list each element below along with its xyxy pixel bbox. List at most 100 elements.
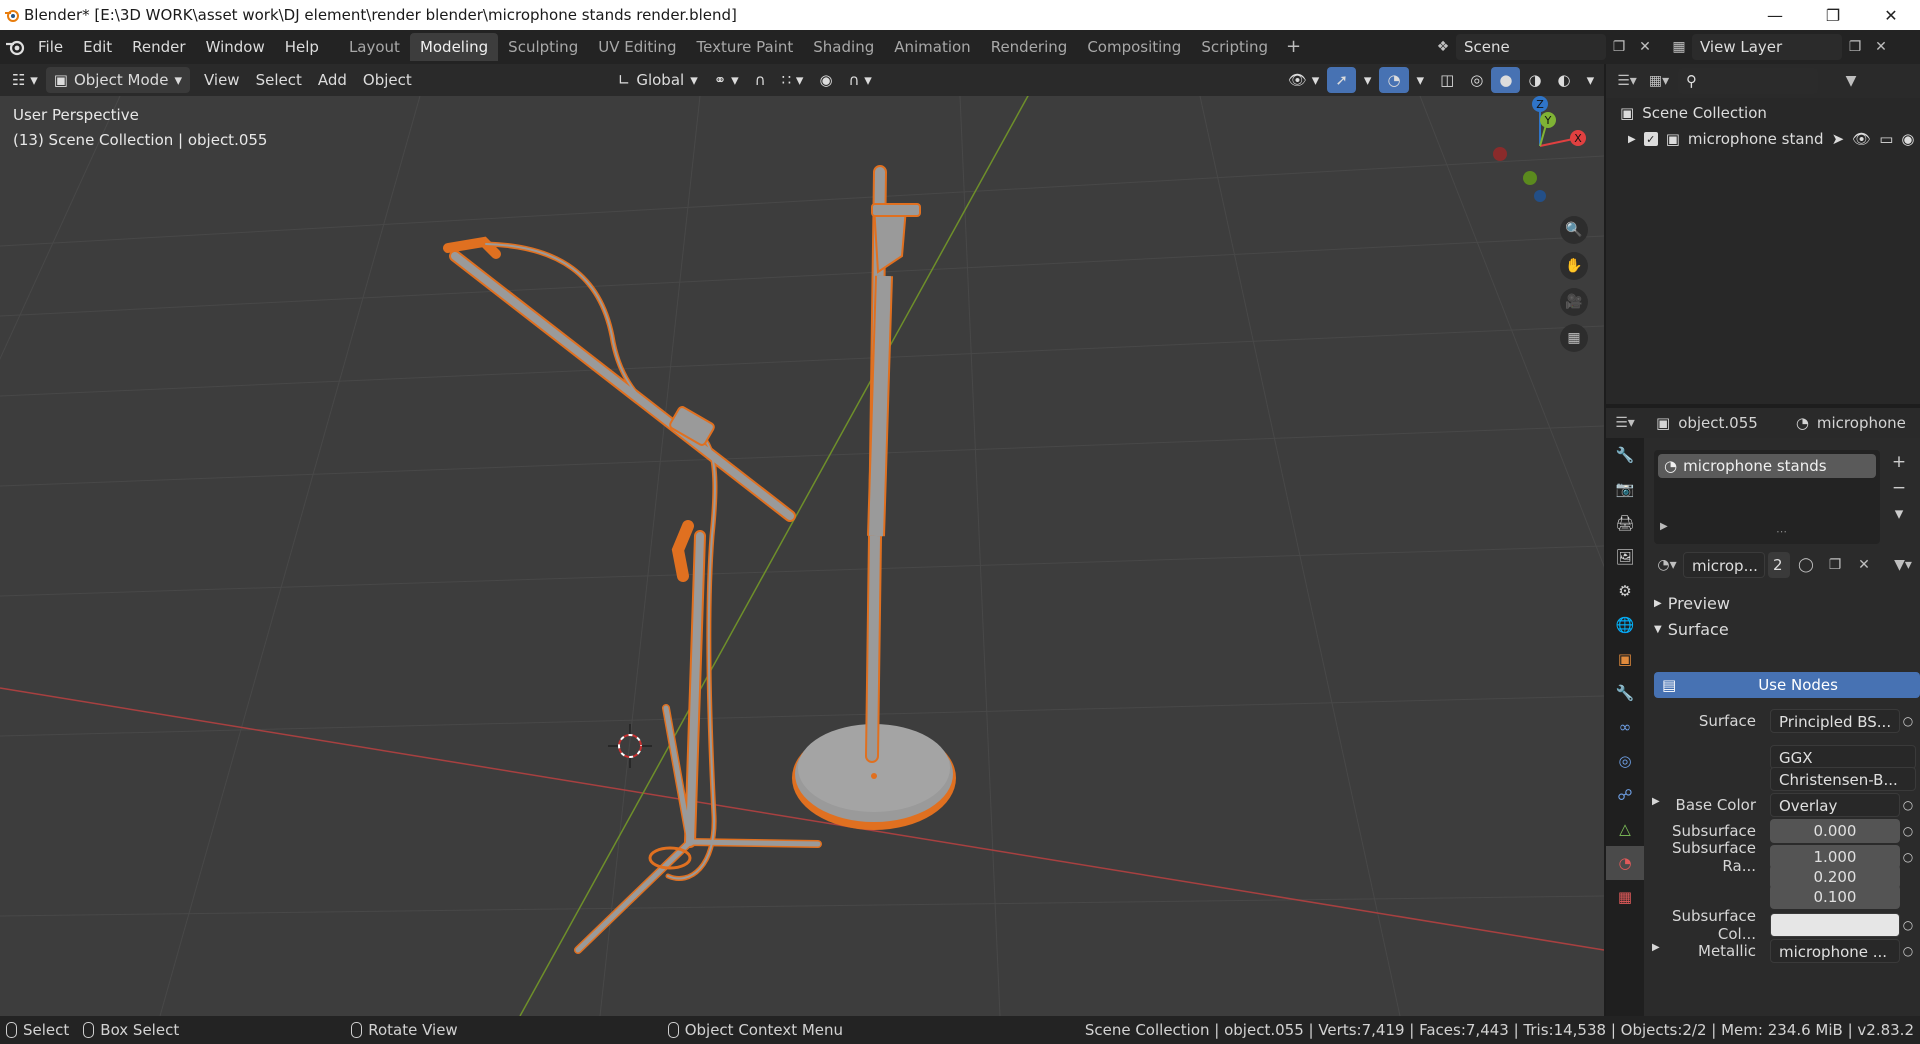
wireframe-shading-icon[interactable]: ◎ bbox=[1462, 67, 1491, 93]
subsurface-method-select[interactable]: Christensen-B... bbox=[1770, 767, 1916, 791]
surface-shader-field[interactable]: Principled BS... bbox=[1770, 709, 1900, 733]
metallic-field[interactable]: microphone ... bbox=[1770, 939, 1900, 963]
ortho-grid-icon[interactable]: ▦ bbox=[1560, 324, 1588, 352]
menu-render[interactable]: Render bbox=[122, 33, 195, 61]
tab-uv-editing[interactable]: UV Editing bbox=[588, 33, 686, 61]
restore-button[interactable]: ❐ bbox=[1804, 0, 1862, 30]
material-shading-icon[interactable]: ◑ bbox=[1520, 67, 1549, 93]
rendered-shading-icon[interactable]: ◐ bbox=[1550, 67, 1579, 93]
particles-tab-icon[interactable]: ∞ bbox=[1606, 710, 1644, 744]
solid-shading-icon[interactable]: ● bbox=[1491, 67, 1521, 93]
constraints-tab-icon[interactable]: ☍ bbox=[1606, 778, 1644, 812]
falloff-icon[interactable]: ∩ ▾ bbox=[841, 67, 880, 93]
slot-specials-button[interactable]: ▾ bbox=[1886, 502, 1912, 526]
render-tab-icon[interactable]: 📷 bbox=[1606, 472, 1644, 506]
menu-view[interactable]: View bbox=[196, 67, 248, 93]
navigation-gizmo[interactable]: Z Y X bbox=[1480, 96, 1600, 206]
xray-icon[interactable]: ◫ bbox=[1432, 67, 1462, 93]
menu-add[interactable]: Add bbox=[310, 67, 355, 93]
menu-edit[interactable]: Edit bbox=[73, 33, 122, 61]
visibility-icon[interactable]: 👁 ▾ bbox=[1280, 67, 1327, 93]
new-scene-icon[interactable]: ❐ bbox=[1606, 34, 1632, 60]
view-layer-field[interactable]: View Layer bbox=[1692, 34, 1842, 60]
shading-dropdown-icon[interactable]: ▾ bbox=[1579, 67, 1603, 93]
outliner-search-input[interactable]: ⚲ bbox=[1678, 68, 1818, 94]
menu-file[interactable]: File bbox=[28, 33, 73, 61]
eye-icon[interactable]: 👁 bbox=[1852, 130, 1871, 148]
delete-scene-icon[interactable]: ✕ bbox=[1632, 34, 1658, 60]
modifier-tab-icon[interactable]: 🔧 bbox=[1606, 676, 1644, 710]
menu-help[interactable]: Help bbox=[275, 33, 329, 61]
subsurface-value-field[interactable]: 0.000 bbox=[1770, 819, 1900, 843]
expand-arrow-icon[interactable]: ▶ bbox=[1646, 942, 1660, 953]
properties-editor-icon[interactable]: ☰▾ bbox=[1612, 410, 1638, 436]
editor-type-icon[interactable]: ☷ ▾ bbox=[4, 67, 46, 93]
fake-user-shield-icon[interactable]: ◯ bbox=[1793, 552, 1819, 578]
display-mode-icon[interactable]: ▦▾ bbox=[1646, 68, 1672, 94]
pivot-icon[interactable]: ⚭ ▾ bbox=[706, 67, 747, 93]
tab-texture-paint[interactable]: Texture Paint bbox=[686, 33, 803, 61]
duplicate-material-icon[interactable]: ❐ bbox=[1822, 552, 1848, 578]
scene-icon[interactable]: ❖ bbox=[1430, 34, 1456, 60]
mode-dropdown[interactable]: ▣ Object Mode ▾ bbox=[45, 67, 190, 93]
zoom-icon[interactable]: 🔍 bbox=[1560, 216, 1588, 244]
output-tab-icon[interactable]: 🖨 bbox=[1606, 506, 1644, 540]
material-name-field[interactable]: microp... bbox=[1683, 552, 1765, 578]
select-arrow-icon[interactable]: ➤ bbox=[1832, 130, 1845, 148]
tool-tab-icon[interactable]: 🔧 bbox=[1606, 438, 1644, 472]
material-slot-item[interactable]: ◔ microphone stands bbox=[1658, 454, 1876, 478]
tab-shading[interactable]: Shading bbox=[803, 33, 884, 61]
socket-dot-icon[interactable]: ○ bbox=[1900, 944, 1916, 958]
3d-viewport[interactable]: User Perspective (13) Scene Collection |… bbox=[0, 96, 1604, 1016]
minimize-button[interactable]: — bbox=[1746, 0, 1804, 30]
scene-name-field[interactable]: Scene bbox=[1456, 34, 1606, 60]
tab-sculpting[interactable]: Sculpting bbox=[498, 33, 588, 61]
tab-layout[interactable]: Layout bbox=[339, 33, 410, 61]
snap-icon[interactable]: ∩ bbox=[747, 67, 774, 93]
world-tab-icon[interactable]: 🌐 bbox=[1606, 608, 1644, 642]
tab-scripting[interactable]: Scripting bbox=[1191, 33, 1278, 61]
link-filter-icon[interactable]: ▼▾ bbox=[1890, 552, 1916, 578]
base-color-field[interactable]: Overlay bbox=[1770, 793, 1900, 817]
socket-dot-icon[interactable]: ○ bbox=[1900, 918, 1916, 932]
subsurface-radius-z-field[interactable]: 0.100 bbox=[1770, 885, 1900, 909]
material-slot-list[interactable]: ◔ microphone stands ▶ ⋯ bbox=[1654, 450, 1880, 544]
camera-view-icon[interactable]: 🎥 bbox=[1560, 288, 1588, 316]
proportional-edit-icon[interactable]: ◉ bbox=[811, 67, 840, 93]
menu-object[interactable]: Object bbox=[355, 67, 420, 93]
orientation-dropdown[interactable]: ∟ Global ▾ bbox=[610, 67, 706, 93]
add-slot-button[interactable]: + bbox=[1886, 450, 1912, 474]
subsurface-color-swatch[interactable] bbox=[1770, 913, 1900, 937]
outliner-item-microphone-stand[interactable]: ▶ ✓ ▣ microphone stand ➤ 👁 ▭ ◉ bbox=[1606, 126, 1920, 152]
gizmo-toggle-icon[interactable]: ➚ bbox=[1327, 67, 1356, 93]
camera-icon[interactable]: ◉ bbox=[1901, 130, 1914, 148]
expand-arrow-icon[interactable]: ▶ bbox=[1628, 134, 1636, 145]
use-nodes-button[interactable]: ▤ Use Nodes bbox=[1654, 672, 1920, 698]
object-tab-icon[interactable]: ▣ bbox=[1606, 642, 1644, 676]
add-workspace-button[interactable]: + bbox=[1278, 33, 1309, 61]
surface-section-header[interactable]: ▼ Surface bbox=[1654, 620, 1729, 639]
pan-hand-icon[interactable]: ✋ bbox=[1560, 252, 1588, 280]
expand-arrow-icon[interactable]: ▶ bbox=[1646, 796, 1660, 807]
snap-increment-icon[interactable]: ∷ ▾ bbox=[774, 67, 812, 93]
remove-slot-button[interactable]: − bbox=[1886, 476, 1912, 500]
socket-dot-icon[interactable]: ○ bbox=[1900, 798, 1916, 812]
browse-material-icon[interactable]: ◔▾ bbox=[1654, 552, 1680, 578]
physics-tab-icon[interactable]: ◎ bbox=[1606, 744, 1644, 778]
menu-select[interactable]: Select bbox=[248, 67, 310, 93]
tab-compositing[interactable]: Compositing bbox=[1077, 33, 1191, 61]
overlay-dropdown-icon[interactable]: ▾ bbox=[1409, 67, 1433, 93]
viewport-scene[interactable] bbox=[0, 96, 1604, 1016]
new-view-layer-icon[interactable]: ❐ bbox=[1842, 34, 1868, 60]
gizmo-dropdown-icon[interactable]: ▾ bbox=[1356, 67, 1380, 93]
delete-view-layer-icon[interactable]: ✕ bbox=[1868, 34, 1894, 60]
tab-animation[interactable]: Animation bbox=[884, 33, 980, 61]
preview-section-header[interactable]: ▶ Preview bbox=[1654, 594, 1730, 613]
material-users-count[interactable]: 2 bbox=[1768, 552, 1790, 578]
filter-icon[interactable]: ▼ bbox=[1838, 68, 1864, 94]
resize-handle-icon[interactable]: ⋯ bbox=[1776, 525, 1787, 538]
socket-dot-icon[interactable]: ○ bbox=[1900, 714, 1916, 728]
scene-tab-icon[interactable]: ⚙ bbox=[1606, 574, 1644, 608]
view-layer-tab-icon[interactable]: 🖼 bbox=[1606, 540, 1644, 574]
socket-dot-icon[interactable]: ○ bbox=[1900, 850, 1916, 864]
